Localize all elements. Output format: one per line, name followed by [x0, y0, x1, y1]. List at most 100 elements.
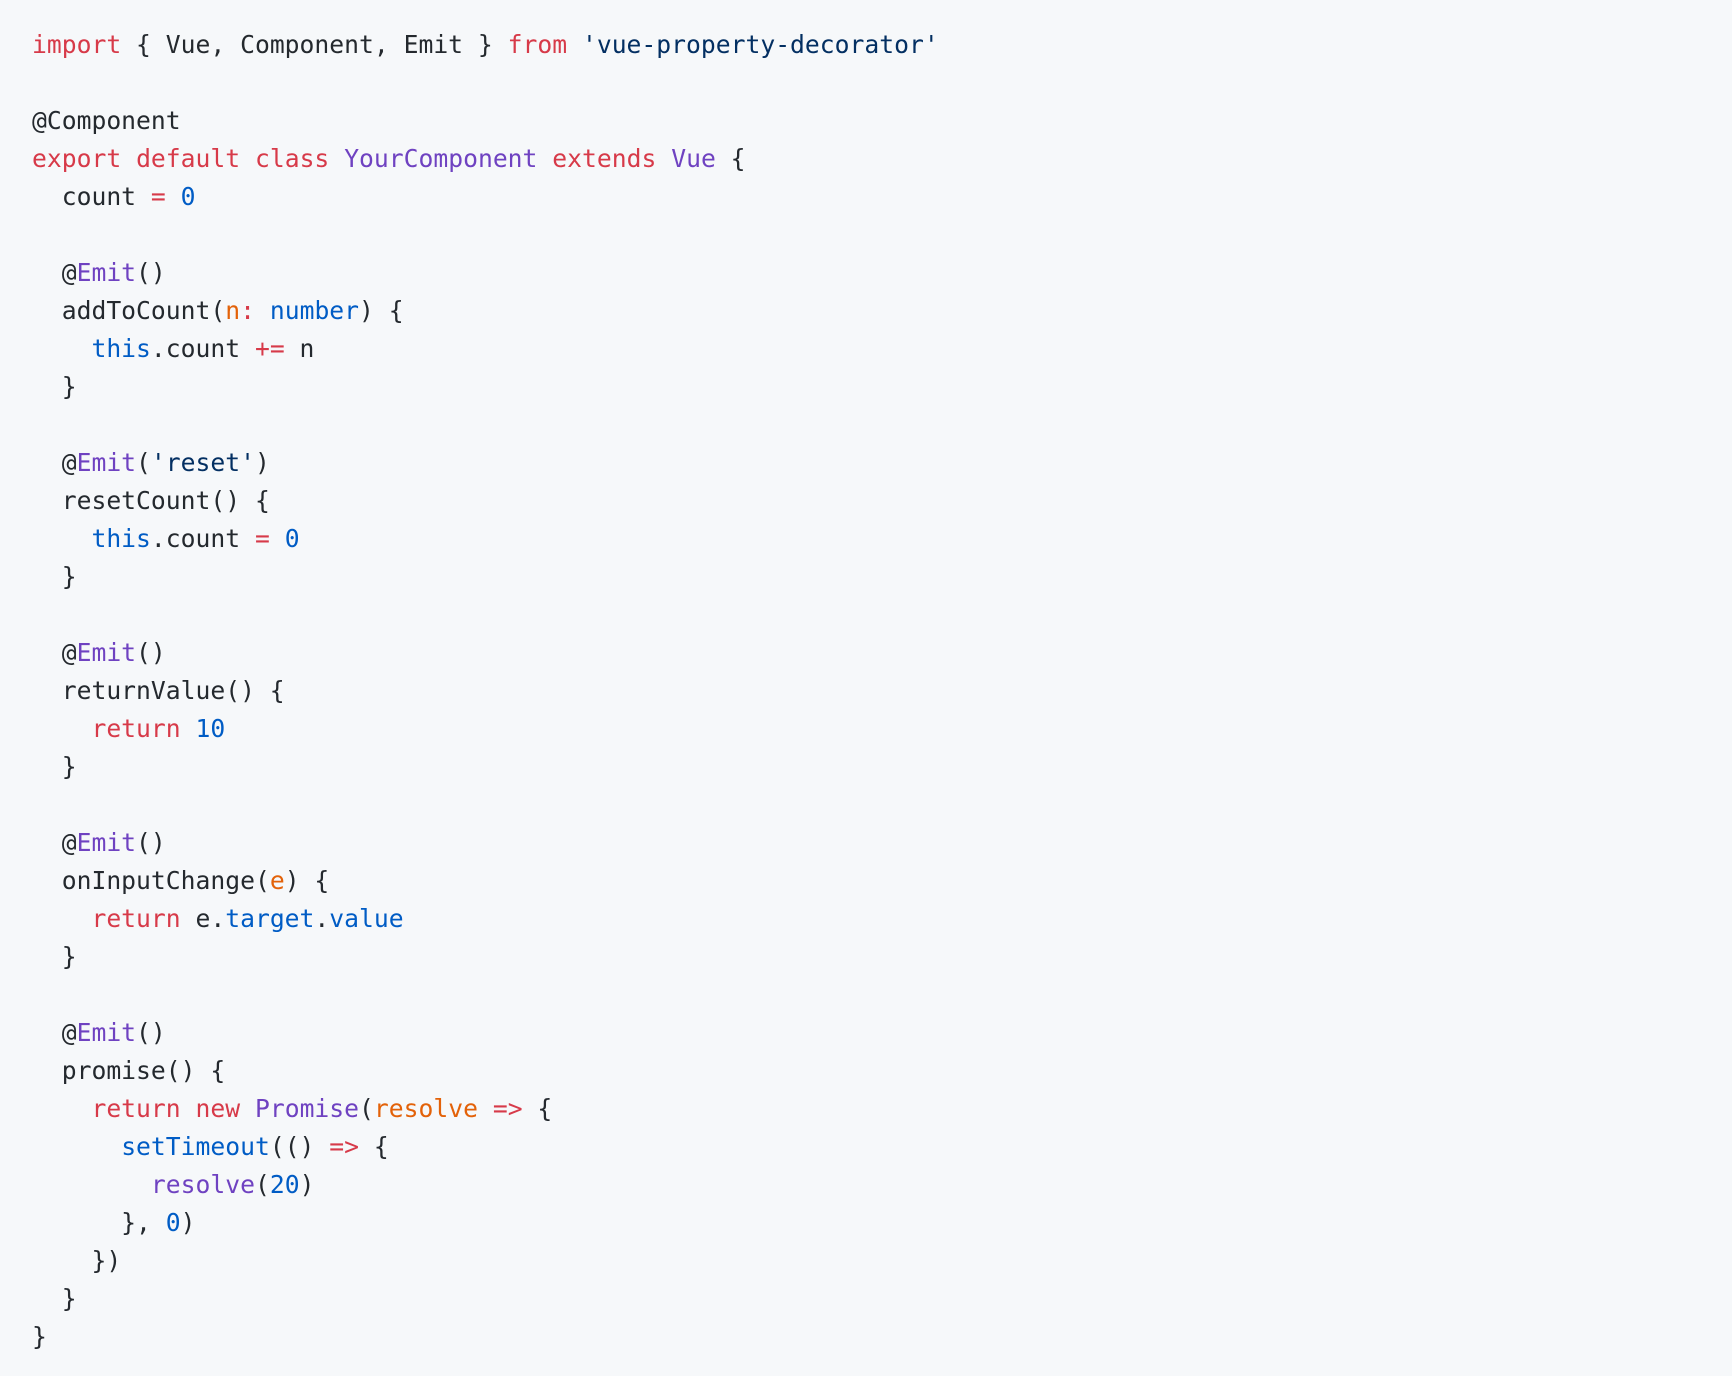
code-line: }: [32, 748, 1700, 786]
code-line: @Emit('reset'): [32, 444, 1700, 482]
code-token: 0: [284, 524, 300, 553]
code-token: @: [32, 448, 77, 477]
code-token: n: [284, 334, 315, 363]
code-token: Vue: [671, 144, 716, 173]
code-line: }, 0): [32, 1204, 1700, 1242]
code-token: ) {: [359, 296, 404, 325]
code-token: class: [254, 144, 330, 173]
code-token: resetCount() {: [32, 486, 270, 515]
code-token: returnValue() {: [32, 676, 285, 705]
code-block: import { Vue, Component, Emit } from 'vu…: [0, 0, 1732, 1376]
code-token: e.: [180, 904, 226, 933]
code-token: count: [32, 182, 151, 211]
code-token: 20: [269, 1170, 300, 1199]
code-line: return 10: [32, 710, 1700, 748]
code-token: onInputChange(: [32, 866, 270, 895]
code-token: number: [269, 296, 360, 325]
code-token: :: [240, 296, 255, 325]
code-line: @Emit(): [32, 1014, 1700, 1052]
code-token: ) {: [284, 866, 330, 895]
code-token: resolve: [373, 1094, 478, 1123]
code-token: }): [32, 1246, 122, 1275]
code-token: }: [32, 1284, 77, 1313]
code-token: 'vue-property-decorator': [581, 30, 939, 59]
code-token: this: [91, 524, 151, 553]
code-line: import { Vue, Component, Emit } from 'vu…: [32, 26, 1700, 64]
code-line: @Emit(): [32, 824, 1700, 862]
code-line: this.count = 0: [32, 520, 1700, 558]
code-line: return new Promise(resolve => {: [32, 1090, 1700, 1128]
code-line: setTimeout(() => {: [32, 1128, 1700, 1166]
code-token: { Vue, Component, Emit }: [121, 30, 508, 59]
code-line: count = 0: [32, 178, 1700, 216]
code-token: },: [32, 1208, 166, 1237]
code-token: Emit: [76, 828, 137, 857]
code-token: 'reset': [150, 448, 255, 477]
code-token: @: [32, 1018, 77, 1047]
code-token: (): [136, 1018, 166, 1047]
code-token: Emit: [76, 448, 137, 477]
code-token: (: [136, 448, 151, 477]
code-token: }: [32, 1322, 47, 1351]
code-token: Emit: [76, 258, 137, 287]
code-token: export: [32, 144, 122, 173]
code-line: addToCount(n: number) {: [32, 292, 1700, 330]
code-token: 10: [195, 714, 226, 743]
code-token: .: [314, 904, 330, 933]
code-token: }: [32, 942, 77, 971]
code-line: returnValue() {: [32, 672, 1700, 710]
code-token: =>: [329, 1132, 360, 1161]
code-line: }: [32, 1280, 1700, 1318]
code-token: from: [507, 30, 568, 59]
code-line: @Emit(): [32, 254, 1700, 292]
code-line: }): [32, 1242, 1700, 1280]
code-line: resolve(20): [32, 1166, 1700, 1204]
code-line: export default class YourComponent exten…: [32, 140, 1700, 178]
code-token: }: [32, 562, 77, 591]
code-token: 0: [165, 1208, 181, 1237]
code-line: @Component: [32, 102, 1700, 140]
code-token: (): [136, 828, 166, 857]
code-line: return e.target.value: [32, 900, 1700, 938]
code-token: value: [329, 904, 404, 933]
code-token: =: [150, 182, 166, 211]
code-token: YourComponent: [344, 144, 538, 173]
code-token: addToCount(: [32, 296, 226, 325]
code-token: Promise: [254, 1094, 360, 1123]
code-token: return: [91, 1094, 181, 1123]
code-token: ((): [269, 1132, 330, 1161]
code-line: }: [32, 558, 1700, 596]
code-token: {: [715, 144, 746, 173]
code-listing: import { Vue, Component, Emit } from 'vu…: [32, 26, 1700, 1356]
code-token: @Component: [32, 106, 181, 135]
code-line: this.count += n: [32, 330, 1700, 368]
code-token: =: [254, 524, 270, 553]
code-token: promise() {: [32, 1056, 226, 1085]
code-token: (): [136, 638, 166, 667]
code-line: resetCount() {: [32, 482, 1700, 520]
code-token: n: [225, 296, 241, 325]
code-token: @: [32, 638, 77, 667]
code-line: @Emit(): [32, 634, 1700, 672]
code-line: }: [32, 938, 1700, 976]
code-token: target: [225, 904, 315, 933]
code-token: (: [254, 1170, 270, 1199]
code-token: +=: [254, 334, 285, 363]
